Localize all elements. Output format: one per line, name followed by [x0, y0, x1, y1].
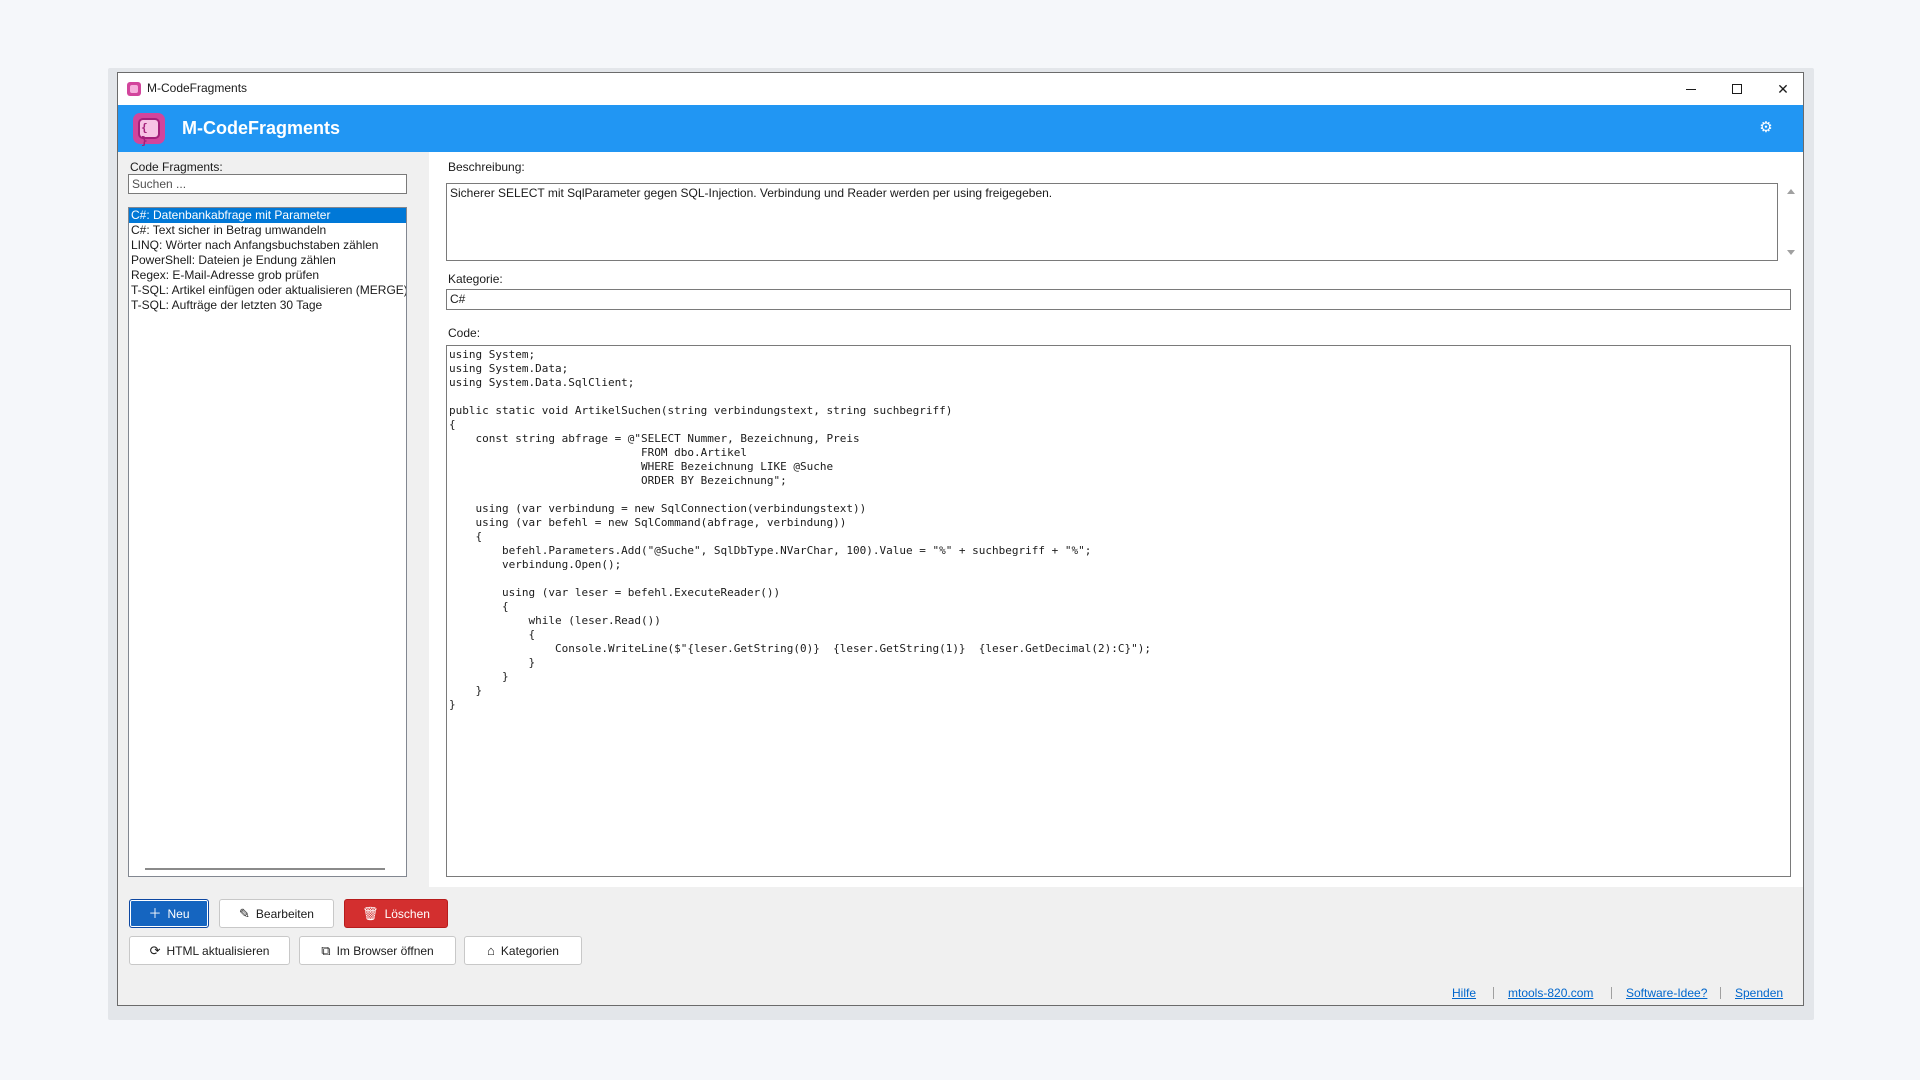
gear-icon[interactable]: ⚙ — [1758, 120, 1774, 136]
help-link[interactable]: Hilfe — [1452, 986, 1476, 1000]
plus-icon: ＋ — [148, 906, 162, 921]
link-separator — [1493, 987, 1494, 999]
list-item[interactable]: T-SQL: Aufträge der letzten 30 Tage — [129, 298, 406, 313]
footer-links: Hilfe mtools-820.com Software-Idee? Spen… — [118, 986, 1803, 1000]
list-item[interactable]: C#: Text sicher in Betrag umwandeln — [129, 223, 406, 238]
code-label: Code: — [448, 326, 481, 340]
scroll-down-icon[interactable] — [1787, 250, 1795, 255]
window-title: M-CodeFragments — [147, 81, 248, 95]
app-logo — [133, 113, 165, 147]
list-item[interactable]: LINQ: Wörter nach Anfangsbuchstaben zähl… — [129, 238, 406, 253]
category-label: Kategorie: — [448, 272, 503, 286]
description-label: Beschreibung: — [448, 160, 525, 174]
link-separator — [1720, 987, 1721, 999]
fragments-label: Code Fragments: — [130, 160, 223, 174]
donate-link[interactable]: Spenden — [1735, 986, 1783, 1000]
list-item[interactable]: PowerShell: Dateien je Endung zählen — [129, 253, 406, 268]
trash-icon: 🗑 — [362, 906, 379, 921]
horizontal-scrollbar[interactable] — [145, 868, 385, 870]
edit-button[interactable]: ✎ Bearbeiten — [219, 899, 334, 928]
new-button[interactable]: ＋ Neu — [129, 899, 209, 928]
app-window: M-CodeFragments ✕ M-CodeFragments ⚙ Code… — [117, 72, 1804, 1006]
description-scrollbar[interactable] — [1782, 183, 1799, 261]
app-name: M-CodeFragments — [182, 118, 341, 138]
app-icon — [127, 82, 141, 96]
refresh-html-button[interactable]: ⟳ HTML aktualisieren — [129, 936, 290, 965]
categories-button[interactable]: ⌂ Kategorien — [464, 936, 582, 965]
search-input[interactable] — [128, 174, 407, 194]
tag-icon: ⌂ — [487, 943, 495, 958]
list-item[interactable]: T-SQL: Artikel einfügen oder aktualisier… — [129, 283, 406, 298]
close-icon: ✕ — [1777, 80, 1789, 97]
description-field[interactable]: Sicherer SELECT mit SqlParameter gegen S… — [446, 183, 1778, 261]
refresh-icon: ⟳ — [149, 943, 161, 958]
minimize-icon — [1686, 88, 1696, 90]
list-item[interactable]: C#: Datenbankabfrage mit Parameter — [129, 208, 406, 223]
app-header: M-CodeFragments ⚙ — [118, 105, 1803, 152]
title-bar[interactable]: M-CodeFragments ✕ — [118, 73, 1803, 105]
close-button[interactable]: ✕ — [1760, 73, 1803, 105]
link-separator — [1611, 987, 1612, 999]
category-field[interactable]: C# — [446, 289, 1791, 310]
pencil-icon: ✎ — [239, 906, 250, 921]
fragment-list[interactable]: C#: Datenbankabfrage mit Parameter C#: Te… — [128, 207, 407, 877]
list-item[interactable]: Regex: E-Mail-Adresse grob prüfen — [129, 268, 406, 283]
maximize-button[interactable] — [1714, 73, 1760, 105]
external-link-icon: ⧉ — [321, 943, 331, 958]
software-idea-link[interactable]: Software-Idee? — [1626, 986, 1707, 1000]
open-browser-button[interactable]: ⧉ Im Browser öffnen — [299, 936, 456, 965]
maximize-icon — [1732, 84, 1742, 94]
delete-button[interactable]: 🗑 Löschen — [344, 899, 448, 928]
scroll-up-icon[interactable] — [1787, 189, 1795, 194]
minimize-button[interactable] — [1668, 73, 1714, 105]
website-link[interactable]: mtools-820.com — [1508, 986, 1593, 1000]
code-editor[interactable]: using System; using System.Data; using S… — [446, 345, 1791, 877]
